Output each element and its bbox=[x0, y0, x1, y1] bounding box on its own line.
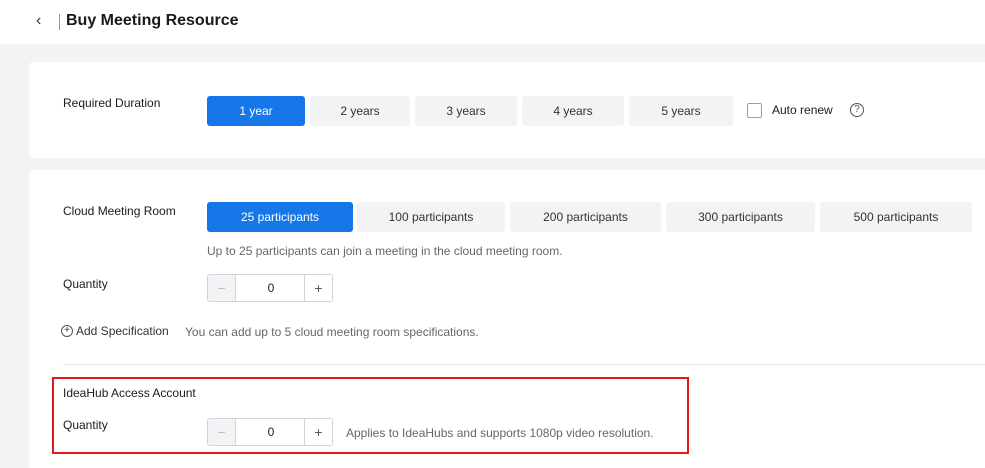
room-quantity-label: Quantity bbox=[63, 277, 108, 291]
header-divider bbox=[59, 14, 60, 30]
add-spec-hint: You can add up to 5 cloud meeting room s… bbox=[185, 325, 479, 339]
room-option-300[interactable]: 300 participants bbox=[666, 202, 815, 232]
quantity-value[interactable]: 0 bbox=[236, 275, 306, 301]
section-divider bbox=[63, 364, 985, 365]
add-specification-button[interactable]: + Add Specification bbox=[61, 324, 169, 338]
highlight-box bbox=[52, 377, 689, 454]
decrement-button[interactable]: − bbox=[208, 275, 236, 301]
room-option-200[interactable]: 200 participants bbox=[510, 202, 661, 232]
duration-option-5-years[interactable]: 5 years bbox=[629, 96, 733, 126]
help-icon[interactable]: ? bbox=[850, 103, 864, 117]
duration-option-4-years[interactable]: 4 years bbox=[522, 96, 624, 126]
back-arrow-icon[interactable]: ‹ bbox=[36, 12, 41, 30]
room-option-25[interactable]: 25 participants bbox=[207, 202, 353, 232]
duration-option-2-years[interactable]: 2 years bbox=[310, 96, 410, 126]
add-specification-label: Add Specification bbox=[76, 324, 169, 338]
increment-button[interactable]: + bbox=[304, 275, 332, 301]
required-duration-label: Required Duration bbox=[63, 96, 161, 110]
cloud-meeting-room-label: Cloud Meeting Room bbox=[63, 204, 176, 218]
auto-renew-checkbox[interactable] bbox=[747, 103, 762, 118]
duration-option-3-years[interactable]: 3 years bbox=[415, 96, 517, 126]
auto-renew-label[interactable]: Auto renew bbox=[772, 103, 833, 117]
page-header: ‹ Buy Meeting Resource bbox=[0, 0, 985, 44]
page-title: Buy Meeting Resource bbox=[66, 12, 239, 29]
duration-option-1-year[interactable]: 1 year bbox=[207, 96, 305, 126]
room-option-500[interactable]: 500 participants bbox=[820, 202, 972, 232]
room-quantity-stepper: − 0 + bbox=[207, 274, 333, 302]
room-description: Up to 25 participants can join a meeting… bbox=[207, 244, 563, 258]
plus-circle-icon: + bbox=[61, 325, 73, 337]
room-option-100[interactable]: 100 participants bbox=[357, 202, 505, 232]
